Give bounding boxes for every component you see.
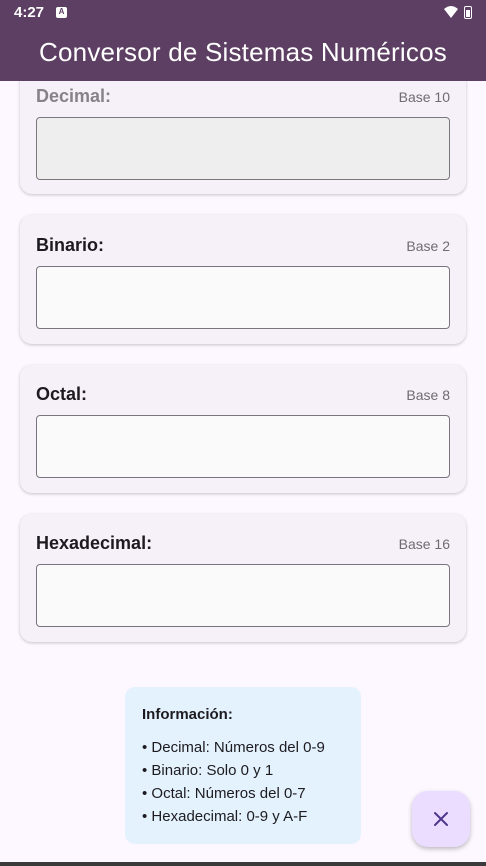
decimal-input[interactable]: [36, 117, 450, 180]
navigation-bar: [0, 862, 486, 866]
card-decimal: Decimal: Base 10: [20, 81, 466, 194]
card-header: Hexadecimal: Base 16: [36, 514, 450, 554]
card-header: Binario: Base 2: [36, 215, 450, 256]
card-title-binario: Binario:: [36, 235, 105, 255]
status-bar: 4:27 A: [0, 0, 486, 24]
clear-fab-button[interactable]: [412, 791, 470, 847]
info-item: Decimal: Números del 0-9: [142, 736, 345, 759]
hexadecimal-input[interactable]: [36, 564, 450, 627]
card-title-decimal: Decimal:: [36, 86, 112, 106]
status-time: 4:27: [14, 3, 45, 21]
app-bar: Conversor de Sistemas Numéricos: [0, 24, 486, 81]
info-title: Información:: [142, 706, 233, 723]
info-list: Decimal: Números del 0-9 Binario: Solo 0…: [142, 736, 345, 828]
card-header: Octal: Base 8: [36, 365, 450, 405]
app-title: Conversor de Sistemas Numéricos: [39, 37, 447, 67]
notification-icon: A: [56, 6, 68, 18]
card-octal: Octal: Base 8: [20, 365, 466, 493]
info-box: Información: Decimal: Números del 0-9 Bi…: [125, 687, 361, 844]
card-base-binario: Base 2: [406, 238, 450, 254]
notification-icon-glyph: A: [58, 7, 65, 16]
card-hexadecimal: Hexadecimal: Base 16: [20, 514, 466, 642]
info-item: Octal: Números del 0-7: [142, 782, 345, 805]
card-title-hexadecimal: Hexadecimal:: [36, 533, 153, 553]
info-item: Binario: Solo 0 y 1: [142, 759, 345, 782]
octal-input[interactable]: [36, 415, 450, 478]
card-base-decimal: Base 10: [398, 89, 450, 105]
card-base-hexadecimal: Base 16: [398, 536, 450, 552]
info-item: Hexadecimal: 0-9 y A-F: [142, 805, 345, 828]
battery-icon: [464, 5, 472, 19]
close-icon: [434, 812, 448, 826]
card-base-octal: Base 8: [406, 387, 450, 403]
card-binario: Binario: Base 2: [20, 215, 466, 344]
scroll-content[interactable]: Decimal: Base 10 Binario: Base 2 Octal: …: [0, 81, 486, 862]
card-title-octal: Octal:: [36, 384, 88, 404]
wifi-icon: [444, 6, 458, 18]
card-header: Decimal: Base 10: [36, 81, 450, 107]
binario-input[interactable]: [36, 266, 450, 329]
